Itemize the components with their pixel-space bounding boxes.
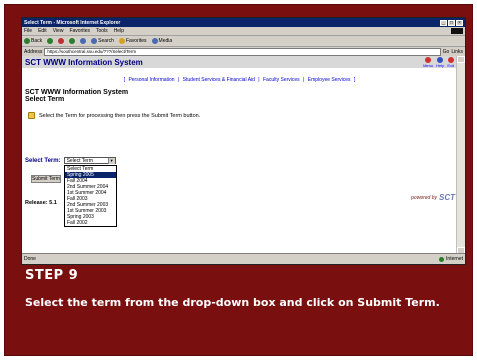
- media-button[interactable]: Media: [151, 38, 172, 44]
- favorites-button[interactable]: Favorites: [118, 38, 147, 44]
- instruction-text: Select the Term for processing then pres…: [39, 112, 201, 119]
- submit-term-button[interactable]: Submit Term: [31, 175, 61, 183]
- window-controls: _ □ ×: [440, 19, 463, 26]
- close-icon[interactable]: ×: [456, 19, 463, 26]
- go-button[interactable]: Go: [443, 49, 450, 55]
- system-subtitle: Select Term: [25, 96, 65, 103]
- menu-bar: File Edit View Favorites Tools Help: [22, 27, 465, 36]
- exit-link[interactable]: Exit: [447, 56, 454, 68]
- page-title: SCT WWW Information System: [25, 57, 143, 67]
- menu-link[interactable]: Menu: [423, 56, 433, 68]
- favorites-star-icon: [118, 38, 125, 44]
- page-header: SCT WWW Information System Menu Help Exi…: [22, 56, 457, 68]
- step-instruction: Select the term from the drop-down box a…: [25, 296, 440, 309]
- nav-personal-information[interactable]: Personal Information: [128, 77, 174, 83]
- status-text: Done: [24, 256, 36, 262]
- address-input[interactable]: https://southcentral.ssu.edu/???/Select/…: [44, 47, 441, 56]
- security-zone: Internet: [439, 256, 463, 262]
- stop-button[interactable]: [58, 38, 65, 44]
- forward-button[interactable]: [47, 38, 54, 44]
- globe-icon: [439, 256, 445, 262]
- nav-faculty-services[interactable]: Faculty Services: [263, 77, 300, 83]
- system-title: SCT WWW Information System: [25, 89, 129, 96]
- menu-help[interactable]: Help: [114, 28, 124, 34]
- powered-by: powered by SCT: [411, 193, 455, 202]
- browser-toolbar: Back Search Favorites Media: [22, 36, 465, 47]
- refresh-icon: [69, 38, 76, 44]
- windows-flag-icon: [451, 28, 463, 34]
- nav-links: [ Personal Information | Student Service…: [123, 77, 356, 83]
- sct-logo: SCT: [439, 193, 455, 202]
- forward-arrow-icon: [47, 38, 54, 44]
- select-term-row: Select Term: Select Term ▼: [25, 157, 116, 164]
- menu-edit[interactable]: Edit: [38, 28, 47, 34]
- header-links: Menu Help Exit: [423, 56, 454, 68]
- scroll-up-icon[interactable]: [457, 56, 465, 63]
- browser-screenshot: Select Term - Microsoft Internet Explore…: [21, 17, 466, 265]
- term-dropdown-list: Select Term Spring 2005 Fall 2004 2nd Su…: [64, 165, 117, 227]
- search-icon: [91, 38, 98, 44]
- minimize-icon[interactable]: _: [440, 19, 447, 26]
- nav-employee-services[interactable]: Employee Services: [308, 77, 351, 83]
- term-option[interactable]: Fall 2002: [65, 220, 116, 226]
- menu-tools[interactable]: Tools: [96, 28, 108, 34]
- select-term-label: Select Term:: [25, 157, 61, 164]
- release-text: Release: 5.1: [25, 200, 57, 206]
- home-button[interactable]: [80, 38, 87, 44]
- vertical-scrollbar[interactable]: [456, 56, 465, 254]
- step-title: STEP 9: [25, 268, 79, 283]
- page-content: SCT WWW Information System Menu Help Exi…: [22, 56, 457, 254]
- nav-student-services[interactable]: Student Services & Financial Aid: [183, 77, 255, 83]
- chevron-down-icon[interactable]: ▼: [107, 158, 115, 164]
- status-bar: Done Internet: [22, 253, 465, 264]
- back-arrow-icon: [24, 38, 30, 44]
- address-label: Address: [24, 48, 43, 55]
- search-button[interactable]: Search: [91, 38, 114, 44]
- links-button[interactable]: Links: [451, 49, 463, 55]
- menu-view[interactable]: View: [53, 28, 64, 34]
- home-icon: [80, 38, 87, 44]
- instruction: Select the Term for processing then pres…: [28, 112, 457, 119]
- zone-text: Internet: [446, 256, 463, 262]
- menu-file[interactable]: File: [24, 28, 32, 34]
- help-link[interactable]: Help: [436, 56, 444, 68]
- refresh-button[interactable]: [69, 38, 76, 44]
- slide-frame: Select Term - Microsoft Internet Explore…: [4, 4, 473, 356]
- info-icon: [28, 112, 35, 119]
- window-title: Select Term - Microsoft Internet Explore…: [24, 19, 121, 26]
- window-titlebar: Select Term - Microsoft Internet Explore…: [22, 18, 465, 27]
- back-button[interactable]: Back: [24, 38, 42, 44]
- media-icon: [151, 38, 158, 44]
- slide: Select Term - Microsoft Internet Explore…: [0, 0, 477, 364]
- maximize-icon[interactable]: □: [448, 19, 455, 26]
- stop-icon: [58, 38, 65, 44]
- term-select[interactable]: Select Term ▼: [63, 157, 116, 164]
- menu-favorites[interactable]: Favorites: [69, 28, 90, 34]
- powered-by-text: powered by: [411, 194, 437, 201]
